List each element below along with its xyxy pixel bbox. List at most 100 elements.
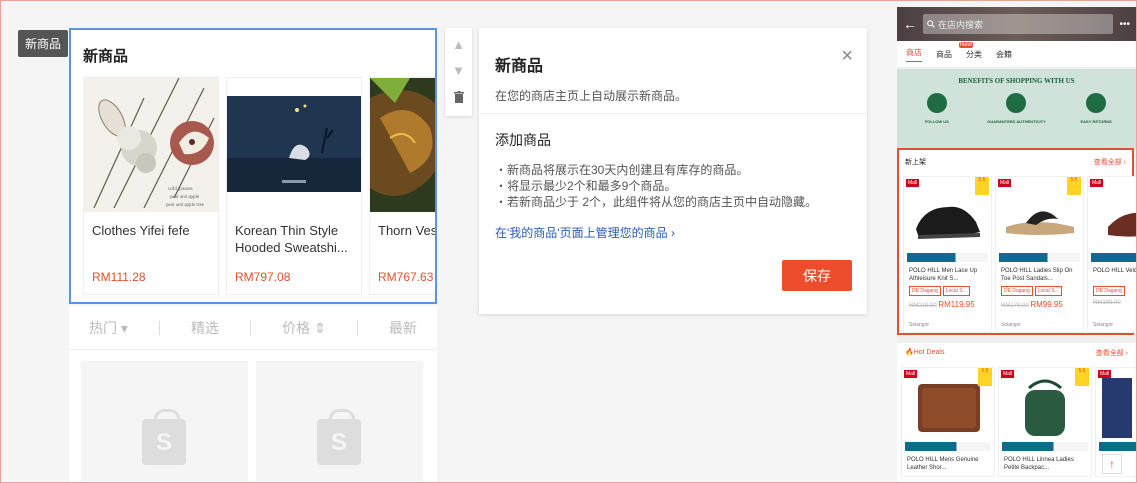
- svg-text:pear and apple tree: pear and apple tree: [166, 203, 205, 208]
- view-all-link[interactable]: 查看全部 ›: [1096, 348, 1128, 358]
- product-name: POLO HILL Mens Genuine Leather Shor...: [907, 457, 979, 471]
- location: Selangor: [1001, 322, 1022, 328]
- move-down-icon[interactable]: ▼: [452, 64, 465, 78]
- sort-arrows-icon: ⇕: [314, 319, 326, 336]
- product-row: Mall 5.5 POLO HILL Men Lace Up Athleisur…: [899, 167, 1136, 333]
- divider: [356, 320, 358, 335]
- product-name: POLO HILL Velcro Antis...: [1093, 268, 1136, 274]
- sort-price[interactable]: 价格 ⇕: [282, 318, 326, 338]
- panel-body: 添加商品 ・新商品将展示在30天内创建且有库存的商品。 ・将显示最少2个和最多9…: [479, 114, 867, 258]
- section-header: 新上架 查看全部 ›: [899, 150, 1132, 167]
- tab-products[interactable]: 商品: [936, 49, 952, 60]
- placeholder-grid: [69, 350, 437, 483]
- manage-products-link[interactable]: 在'我的商品'页面上管理您的商品 ›: [495, 224, 675, 241]
- hot-deals-section: 🔥Hot Deals 查看全部 › Mall 5.5 POLO HILL Men…: [897, 343, 1136, 483]
- mall-badge: Mall: [1001, 370, 1015, 378]
- promo-bar: [907, 253, 988, 262]
- move-up-icon[interactable]: ▲: [452, 38, 465, 52]
- product-list-preview: 热门 ▾ 精选 价格 ⇕ 最新: [69, 306, 437, 483]
- panel-header: 新商品 在您的商店主页上自动展示新商品。 ×: [479, 28, 867, 114]
- price-row: RM179.90 RM99.95: [1001, 300, 1063, 309]
- product-price: RM111.28: [92, 270, 146, 284]
- mall-badge: Mall: [1098, 370, 1112, 378]
- widget-toolbar: ▲ ▼: [445, 28, 472, 116]
- product-image: Mall 5.5: [902, 368, 994, 440]
- product-name: Clothes Yifei fefe: [92, 223, 190, 238]
- product-card[interactable]: Mall 5.5 POLO HILL Ladies Slip On Toe Po…: [995, 176, 1084, 333]
- product-image: Mall: [1088, 177, 1136, 251]
- tag-chip: Local S...: [1034, 286, 1062, 296]
- add-products-heading: 添加商品: [495, 132, 551, 148]
- product-image: [370, 78, 435, 212]
- tab-categories[interactable]: 分类: [966, 49, 982, 60]
- product-card[interactable]: Mall POLO HILL Velcro Antis... DE Dagang…: [1087, 176, 1136, 333]
- location: Selangor: [1093, 322, 1114, 328]
- sale-badge: 5.5: [975, 177, 989, 195]
- benefit-item: GUARANTEED AUTHENTICITY: [981, 93, 1051, 124]
- product-carousel[interactable]: wild grasses pear and apple pear and app…: [83, 77, 435, 295]
- back-to-top-icon[interactable]: ↑: [1102, 454, 1122, 474]
- product-image: [227, 78, 361, 212]
- promo-bar: [1002, 442, 1088, 451]
- product-name: POLO HILL Men Lace Up Athleisure Knit S.…: [909, 268, 978, 282]
- save-button[interactable]: 保存: [782, 260, 852, 291]
- panel-title: 新商品: [495, 58, 544, 75]
- back-arrow-icon[interactable]: ←: [903, 16, 917, 32]
- returns-icon: [1086, 93, 1107, 113]
- close-icon[interactable]: ×: [841, 46, 853, 66]
- section-header: 🔥Hot Deals 查看全部 ›: [897, 343, 1136, 363]
- svg-text:pear and apple: pear and apple: [170, 195, 200, 200]
- promo-bar: [1091, 253, 1136, 262]
- shop-header: ← 在店内搜索 ••• 商店 商品 New 分类 会籍: [897, 7, 1136, 67]
- product-image: Mall 5.5: [996, 177, 1083, 251]
- search-bar: ← 在店内搜索 •••: [897, 7, 1136, 41]
- divider: [158, 320, 160, 335]
- mobile-preview: ← 在店内搜索 ••• 商店 商品 New 分类 会籍 BENEFITS OF …: [897, 7, 1136, 483]
- product-price: RM767.63: [378, 270, 434, 284]
- product-card[interactable]: wild grasses pear and apple pear and app…: [83, 77, 219, 295]
- sort-popular[interactable]: 热门 ▾: [89, 318, 128, 338]
- promo-bar: [905, 442, 991, 451]
- mall-badge: Mall: [1090, 179, 1104, 187]
- product-card[interactable]: Korean Thin Style Hooded Sweatshi... RM7…: [226, 77, 362, 295]
- promo-bar: [1099, 442, 1136, 451]
- tag-chip: Local S...: [942, 286, 970, 296]
- tag-chip: DE Dagang: [1001, 286, 1033, 296]
- tab-shop[interactable]: 商店: [906, 47, 922, 62]
- panel-subtitle: 在您的商店主页上自动展示新商品。: [495, 89, 688, 103]
- product-card[interactable]: Mall 5.5 POLO HILL Linnea Ladies Petite …: [998, 367, 1092, 477]
- tab-membership[interactable]: 会籍: [996, 49, 1012, 60]
- product-card[interactable]: Mall 5.5 POLO HILL Mens Genuine Leather …: [901, 367, 995, 477]
- benefits-banner: BENEFITS OF SHOPPING WITH US FOLLOW US G…: [897, 69, 1136, 148]
- delete-icon[interactable]: [453, 90, 464, 106]
- search-icon: [927, 20, 935, 28]
- search-input[interactable]: 在店内搜索: [923, 14, 1114, 34]
- placeholder-card: [81, 361, 248, 481]
- sale-badge: 5.5: [978, 368, 992, 386]
- product-image: Mall 5.5: [999, 368, 1091, 440]
- product-card[interactable]: Mall 5.5 POLO HILL Men Lace Up Athleisur…: [903, 176, 992, 333]
- new-products-widget[interactable]: 新商品 wild grasses pear and apple pear and…: [69, 28, 437, 304]
- section-title: 🔥Hot Deals: [905, 349, 945, 356]
- sale-badge: 5.5: [1075, 368, 1089, 386]
- product-name: POLO HILL Linnea Ladies Petite Backpac..…: [1004, 457, 1074, 471]
- shopping-bag-icon: [142, 409, 186, 465]
- product-card[interactable]: Thorn Ves RM767.63: [369, 77, 435, 295]
- sort-selected[interactable]: 精选: [191, 318, 219, 338]
- mall-badge: Mall: [998, 179, 1012, 187]
- new-products-section-preview[interactable]: 新上架 查看全部 › Mall 5.5 POLO HILL Men Lace U…: [897, 148, 1136, 335]
- promo-bar: [999, 253, 1080, 262]
- price-row: RM199.90: [1093, 300, 1121, 306]
- shop-tabs: 商店 商品 New 分类 会籍: [897, 41, 1136, 67]
- tag-chip: DE Dagang: [1093, 286, 1125, 296]
- product-image: wild grasses pear and apple pear and app…: [84, 78, 218, 212]
- view-all-link[interactable]: 查看全部 ›: [1094, 157, 1126, 167]
- more-icon[interactable]: •••: [1119, 19, 1130, 30]
- chevron-right-icon: ›: [670, 226, 675, 240]
- new-badge: New: [959, 42, 974, 48]
- product-price: RM797.08: [235, 270, 291, 284]
- sort-latest[interactable]: 最新: [389, 318, 417, 338]
- widget-title: 新商品: [83, 48, 129, 65]
- svg-text:wild grasses: wild grasses: [168, 187, 193, 192]
- shopping-bag-icon: [317, 409, 361, 465]
